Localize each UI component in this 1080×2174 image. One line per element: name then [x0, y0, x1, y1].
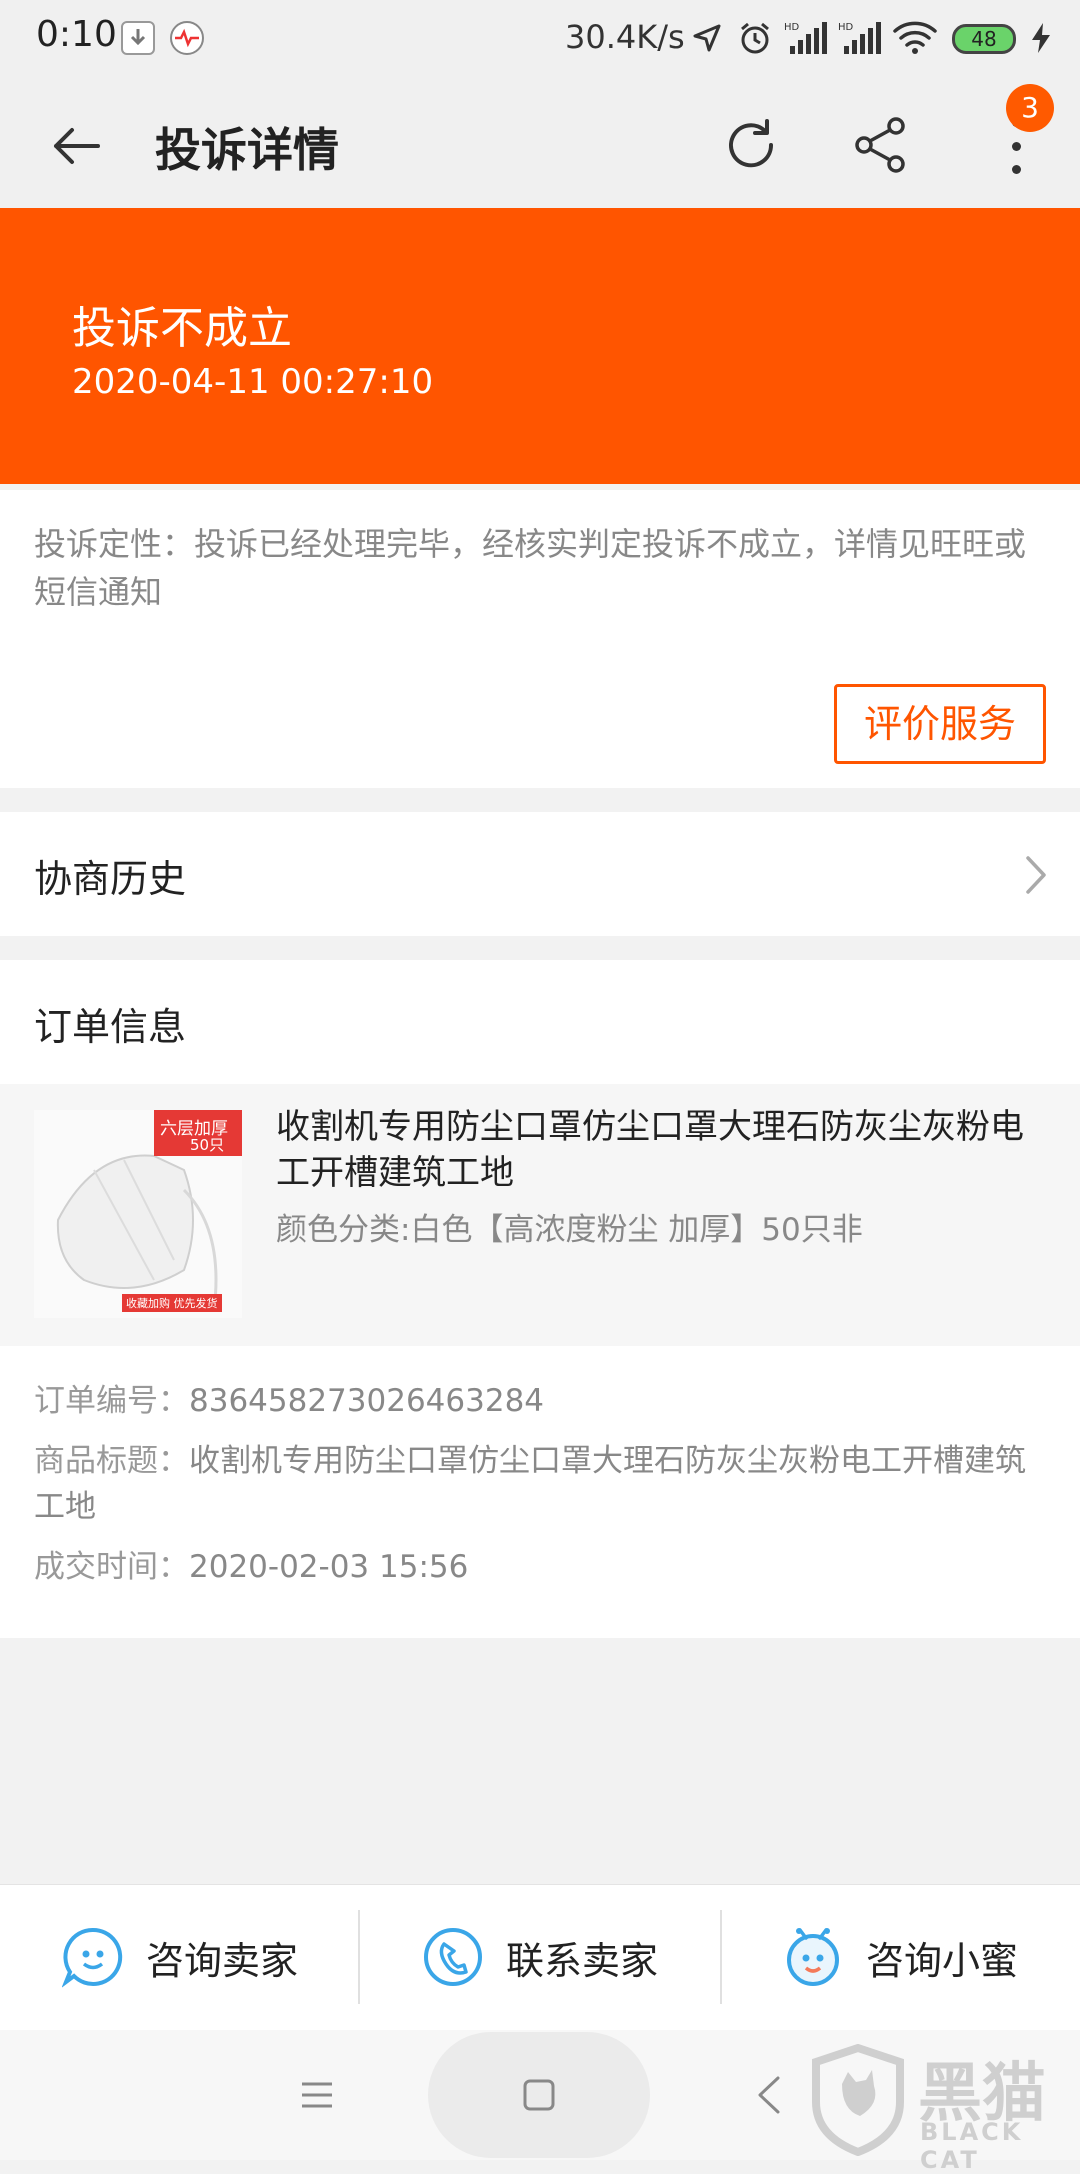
deal-time-label: 成交时间： — [34, 1549, 189, 1585]
negotiation-history-label: 协商历史 — [34, 857, 187, 901]
order-info-title: 订单信息 — [34, 1005, 187, 1049]
contact-seller-label: 联系卖家 — [505, 1938, 658, 1983]
phone-icon — [423, 1928, 482, 1986]
chevron-right-icon — [1020, 852, 1052, 898]
order-number-row: 订单编号：836458273026463284 — [34, 1378, 1044, 1424]
rate-service-button[interactable]: 评价服务 — [834, 684, 1046, 764]
black-cat-logo-icon — [808, 2043, 908, 2157]
back-nav-icon[interactable] — [754, 2074, 784, 2116]
location-icon — [690, 20, 724, 56]
status-time: 0:10 — [36, 14, 117, 55]
thumb-footer: 收藏加购 优先发货 — [122, 1294, 222, 1312]
product-thumbnail[interactable]: 六层加厚 50只 收藏加购 优先发货 — [34, 1110, 242, 1318]
svg-text:HD: HD — [838, 22, 854, 33]
assistant-bee-icon — [786, 1928, 839, 1986]
page-title: 投诉详情 — [155, 123, 339, 177]
order-number-label: 订单编号： — [34, 1383, 189, 1419]
complaint-status: 投诉不成立 — [72, 303, 292, 354]
download-icon — [120, 20, 156, 56]
thumb-count: 50只 — [190, 1136, 225, 1154]
alarm-icon — [736, 20, 774, 56]
deal-time-value: 2020-02-03 15:56 — [189, 1549, 469, 1585]
wifi-icon — [892, 20, 938, 56]
app-notification-icon — [168, 20, 206, 56]
consult-assistant-label: 咨询小蜜 — [865, 1938, 1018, 1983]
consult-seller-label: 咨询卖家 — [145, 1938, 298, 1983]
share-icon[interactable] — [848, 112, 914, 178]
deal-time-row: 成交时间：2020-02-03 15:56 — [34, 1544, 1044, 1590]
verdict-description: 投诉定性：投诉已经处理完毕，经核实判定投诉不成立，详情见旺旺或短信通知 — [34, 525, 1027, 611]
menu-icon[interactable] — [298, 2076, 336, 2114]
contact-seller-button[interactable]: 联系卖家 — [360, 1884, 720, 2030]
product-title-label: 商品标题： — [34, 1443, 189, 1479]
product-title-row: 商品标题：收割机专用防尘口罩仿尘口罩大理石防灰尘灰粉电工开槽建筑工地 — [34, 1438, 1044, 1530]
consult-seller-button[interactable]: 咨询卖家 — [0, 1884, 360, 2030]
network-speed: 30.4K/s — [565, 18, 685, 56]
back-arrow-icon[interactable] — [46, 116, 106, 176]
complaint-time: 2020-04-11 00:27:10 — [72, 362, 434, 402]
notification-badge: 3 — [1006, 84, 1054, 132]
product-title: 收割机专用防尘口罩仿尘口罩大理石防灰尘灰粉电工开槽建筑工地 — [276, 1107, 1024, 1193]
svg-text:HD: HD — [784, 22, 800, 33]
signal-hd-icon-2: HD — [838, 20, 882, 56]
chat-bubble-icon — [61, 1927, 123, 1988]
consult-assistant-button[interactable]: 咨询小蜜 — [720, 1884, 1080, 2030]
product-sku: 颜色分类:白色【高浓度粉尘 加厚】50只非 — [276, 1212, 863, 1248]
charging-icon — [1026, 20, 1056, 56]
battery-indicator: 48 — [952, 24, 1016, 54]
watermark-subtext: BLACK CAT — [920, 2118, 1024, 2174]
signal-hd-icon: HD — [784, 20, 828, 56]
order-number-value: 836458273026463284 — [189, 1383, 545, 1419]
refresh-icon[interactable] — [718, 112, 784, 178]
home-square-icon[interactable] — [520, 2076, 558, 2114]
